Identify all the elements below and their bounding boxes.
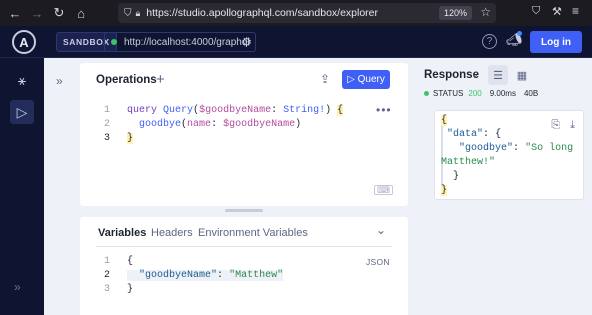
response-time: 9.00ms (489, 89, 516, 98)
punct: ) (325, 105, 332, 116)
left-rail: ⚹ ▷ » (0, 58, 44, 315)
operations-panel: Operations + ⇪ ▷ Query ••• 1 2 3 query Q… (80, 63, 408, 206)
notification-dot (517, 31, 522, 36)
json-label: JSON (366, 257, 390, 267)
keyboard-icon[interactable]: ⌨ (374, 185, 393, 195)
json-value-cont: Matthew!" (441, 157, 496, 168)
star-icon[interactable]: ☆ (480, 5, 491, 19)
code-line: { (127, 256, 133, 267)
response-panel: Response ⌄ ☰ ▦ STATUS 200 9.00ms 40B ⎘ ⤓… (416, 63, 592, 315)
punct: : (211, 119, 218, 130)
reload-icon[interactable]: ↻ (48, 2, 70, 24)
gear-icon[interactable]: ⚙ (241, 35, 252, 49)
status-indicator (424, 91, 429, 96)
lock-icon: 🔒︎ (135, 7, 141, 18)
connection-status-icon (111, 39, 117, 45)
variable: $goodbyeName (223, 119, 296, 130)
share-icon[interactable]: ⇪ (320, 72, 330, 86)
run-query-button[interactable]: ▷ Query (342, 70, 390, 89)
punct: : (217, 270, 224, 281)
list-view-icon[interactable]: ☰ (488, 65, 508, 85)
type: String! (283, 105, 326, 116)
response-size: 40B (523, 89, 539, 98)
brace: } (453, 171, 460, 182)
operation-name: Query (163, 105, 194, 116)
response-body: ⎘ ⤓ { "data": { "goodbye": "So long Matt… (434, 110, 584, 200)
schema-graph-icon[interactable]: ⚹ (10, 68, 34, 92)
punct: : (271, 105, 278, 116)
brace: { (441, 115, 448, 126)
endpoint-input[interactable]: http://localhost:4000/graphql ⚙ (104, 32, 256, 52)
brace: { (337, 105, 344, 116)
add-tab-button[interactable]: + (156, 71, 165, 88)
divider (96, 246, 392, 247)
chevron-down-icon[interactable]: ⌄ (471, 69, 479, 80)
status-label: STATUS (433, 89, 464, 98)
line-number: 3 (103, 133, 110, 144)
line-number: 3 (103, 284, 110, 295)
extensions-icon[interactable]: ⚒ (552, 5, 562, 18)
arg-name: name (187, 119, 212, 130)
punct: ) (295, 119, 302, 130)
menu-icon[interactable]: ≡ (572, 4, 579, 18)
code-line: query Query($goodbyeName: String!) { (127, 105, 344, 116)
shield-icon: ⛉ (124, 7, 132, 19)
apollo-logo[interactable]: A (12, 30, 36, 54)
endpoint-url: http://localhost:4000/graphql (124, 36, 250, 48)
brace: { (495, 129, 502, 140)
code-line: goodbye(name: $goodbyeName) (127, 119, 301, 130)
expand-docs-icon[interactable]: » (56, 74, 63, 88)
line-number: 2 (103, 270, 110, 281)
forward-icon[interactable]: → (26, 2, 48, 24)
zoom-level[interactable]: 120% (438, 6, 472, 20)
punct: : (513, 143, 520, 154)
tab-environment-variables[interactable]: Environment Variables (198, 227, 308, 239)
pocket-icon[interactable]: ⛉ (532, 5, 540, 18)
explorer-play-icon[interactable]: ▷ (10, 100, 34, 124)
line-number: 1 (103, 105, 110, 116)
brace: { (127, 256, 134, 267)
status-row: STATUS 200 9.00ms 40B (424, 89, 538, 98)
expand-rail-icon[interactable]: » (14, 280, 21, 294)
run-query-label: Query (357, 74, 385, 85)
json-value: "Matthew" (229, 270, 284, 281)
more-options-icon[interactable]: ••• (376, 103, 392, 117)
punct: : (483, 129, 490, 140)
table-view-icon[interactable]: ▦ (512, 65, 532, 85)
browser-toolbar: ← → ↻ ⌂ ⛉ 🔒︎ https://studio.apollographq… (0, 0, 592, 26)
code-line: "goodbyeName": "Matthew" (127, 270, 284, 281)
keyword: query (127, 105, 158, 116)
back-icon[interactable]: ← (4, 2, 26, 24)
variables-panel: Variables Headers Environment Variables … (80, 217, 408, 315)
json-key: "goodbyeName" (139, 270, 218, 281)
json-key: "data" (447, 129, 484, 140)
help-icon[interactable]: ? (482, 34, 497, 49)
tab-headers[interactable]: Headers (151, 227, 193, 239)
login-button[interactable]: Log in (530, 31, 582, 53)
json-value: "So long (525, 143, 574, 154)
brace: } (127, 133, 134, 144)
json-key: "goodbye" (459, 143, 514, 154)
code-line: } (127, 284, 133, 295)
field-name: goodbye (139, 119, 182, 130)
status-code: 200 (468, 89, 482, 98)
brace: } (127, 284, 134, 295)
tab-variables[interactable]: Variables (98, 227, 146, 239)
address-bar[interactable]: ⛉ 🔒︎ https://studio.apollographql.com/sa… (118, 3, 496, 23)
operations-title: Operations (96, 74, 157, 86)
brace: } (441, 185, 448, 196)
home-icon[interactable]: ⌂ (70, 2, 92, 24)
code-line: } (127, 133, 134, 144)
collapse-chevron-icon[interactable]: ⌄ (376, 223, 386, 237)
variable: $goodbyeName (199, 105, 272, 116)
line-number: 1 (103, 256, 110, 267)
app-header: A SANDBOX http://localhost:4000/graphql … (0, 26, 592, 58)
url-text: https://studio.apollographql.com/sandbox… (146, 7, 379, 19)
line-number: 2 (103, 119, 110, 130)
response-json: { "data": { "goodbye": "So long Matthew!… (441, 114, 581, 198)
panel-resize-handle[interactable] (225, 209, 263, 212)
